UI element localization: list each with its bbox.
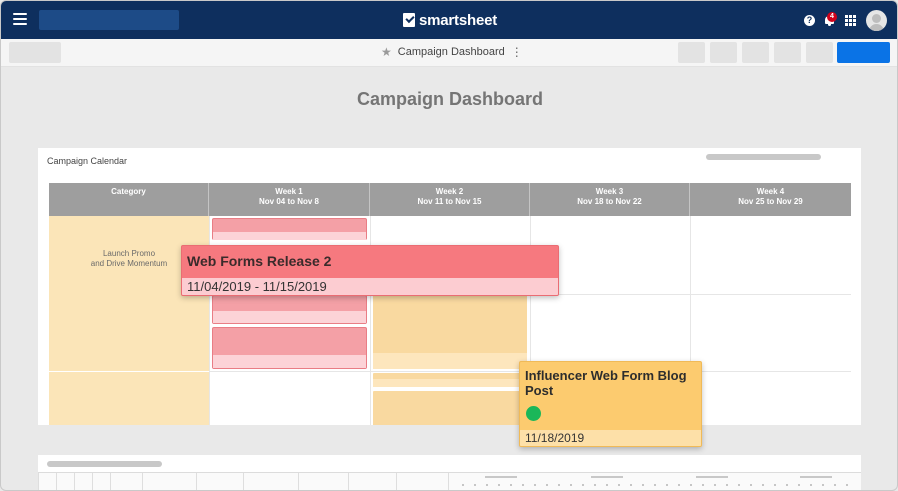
timeline-ruler	[38, 472, 861, 490]
calendar-grid: Category Week 1 Nov 04 to Nov 8 Week 2 Nov…	[49, 183, 851, 425]
column-header-category: Category	[49, 183, 209, 216]
dashboard-name-area: ★ Campaign Dashboard ⋮	[381, 46, 523, 58]
status-green-dot-icon	[526, 406, 541, 421]
notification-badge: 4	[827, 12, 837, 22]
event-card-web-forms[interactable]: Web Forms Release 2 11/04/2019 - 11/15/2…	[181, 245, 559, 296]
column-header-week2: Week 2 Nov 11 to Nov 15	[370, 183, 530, 216]
user-avatar[interactable]	[866, 10, 887, 31]
widget-scrollbar[interactable]	[706, 154, 821, 160]
column-header-week1: Week 1 Nov 04 to Nov 8	[209, 183, 370, 216]
event-card-title: Influencer Web Form Blog Post	[525, 368, 687, 398]
menu-icon[interactable]	[13, 13, 27, 25]
more-options-icon[interactable]: ⋮	[511, 46, 523, 58]
widget-title: Campaign Calendar	[47, 156, 128, 166]
event-card-influencer[interactable]: Influencer Web Form Blog Post 11/18/2019	[519, 361, 702, 447]
toolbar-button-2[interactable]	[710, 42, 737, 63]
dashboard-name: Campaign Dashboard	[397, 46, 505, 58]
toolbar-button-4[interactable]	[774, 42, 801, 63]
brand-name: smartsheet	[419, 11, 498, 29]
smartsheet-logo-icon	[403, 13, 415, 27]
bottom-widget	[38, 455, 861, 490]
event-card-dates: 11/04/2019 - 11/15/2019	[182, 278, 558, 295]
apps-grid-icon[interactable]	[845, 15, 856, 26]
dashboard-toolbar: ★ Campaign Dashboard ⋮	[1, 39, 897, 67]
event-bar[interactable]	[373, 391, 527, 425]
brand-logo[interactable]: smartsheet	[403, 11, 497, 29]
column-header-week4: Week 4 Nov 25 to Nov 29	[690, 183, 851, 216]
bottom-widget-scrollbar[interactable]	[47, 461, 162, 467]
toolbar-button-3[interactable]	[742, 42, 769, 63]
column-header-week3: Week 3 Nov 18 to Nov 22	[530, 183, 690, 216]
toolbar-button-1[interactable]	[678, 42, 705, 63]
primary-action-button[interactable]	[837, 42, 890, 63]
category-cell-next	[49, 372, 209, 425]
favorite-star-icon[interactable]: ★	[381, 46, 392, 58]
event-card-date: 11/18/2019	[520, 430, 701, 446]
app-window: smartsheet ? 4 ★ Campaign Dashboard ⋮ Ca…	[0, 0, 898, 491]
page-title: Campaign Dashboard	[356, 89, 544, 109]
event-card-title: Web Forms Release 2	[187, 253, 332, 269]
search-bar[interactable]	[39, 10, 179, 30]
help-icon[interactable]: ?	[804, 15, 815, 26]
top-nav-bar: smartsheet ? 4	[1, 1, 897, 39]
toolbar-button-5[interactable]	[806, 42, 833, 63]
toolbar-left-button[interactable]	[9, 42, 61, 63]
